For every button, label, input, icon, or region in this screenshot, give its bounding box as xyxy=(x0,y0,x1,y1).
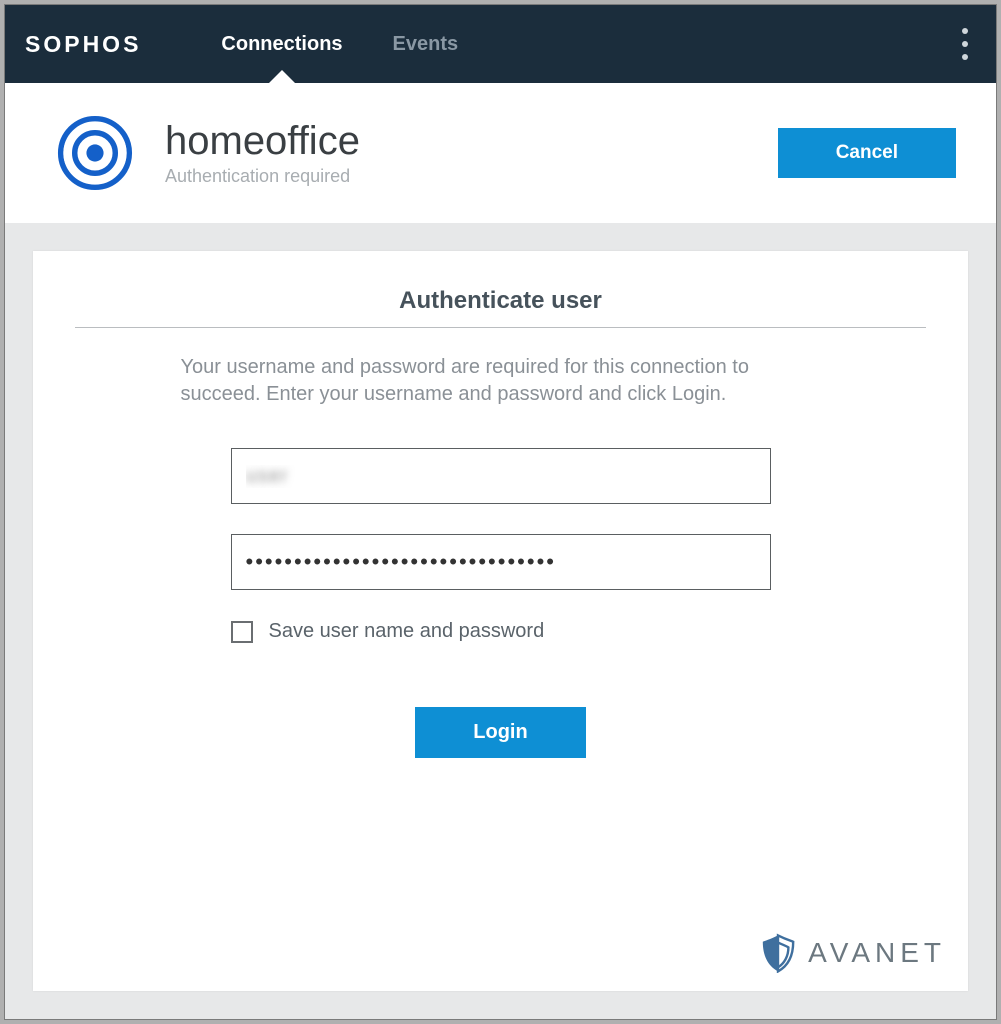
connection-title-wrap: homeoffice Authentication required xyxy=(165,120,360,187)
kebab-menu-icon[interactable] xyxy=(962,28,968,60)
username-input[interactable] xyxy=(231,448,771,504)
connection-header: homeoffice Authentication required Cance… xyxy=(5,83,996,223)
app-window: SOPHOS Connections Events homeoffice Aut… xyxy=(4,4,997,1020)
nav-tabs: Connections Events xyxy=(221,5,458,83)
avanet-shield-icon xyxy=(758,933,798,973)
body-area: Authenticate user Your username and pass… xyxy=(5,223,996,1019)
navbar: SOPHOS Connections Events xyxy=(5,5,996,83)
tab-connections[interactable]: Connections xyxy=(221,5,342,83)
watermark-label: AVANET xyxy=(808,937,946,969)
auth-form: Save user name and password Login xyxy=(231,448,771,758)
cancel-button[interactable]: Cancel xyxy=(778,128,956,178)
divider xyxy=(75,327,926,328)
auth-card: Authenticate user Your username and pass… xyxy=(33,251,968,991)
connection-subtitle: Authentication required xyxy=(165,166,360,187)
brand-logo: SOPHOS xyxy=(25,31,141,58)
save-credentials-row: Save user name and password xyxy=(231,620,771,643)
login-button[interactable]: Login xyxy=(415,707,585,758)
auth-description: Your username and password are required … xyxy=(181,354,821,408)
connection-title: homeoffice xyxy=(165,120,360,162)
tab-events[interactable]: Events xyxy=(393,5,459,83)
save-credentials-checkbox[interactable] xyxy=(231,621,253,643)
connection-target-icon xyxy=(55,113,135,193)
auth-heading: Authenticate user xyxy=(75,287,926,327)
password-input[interactable] xyxy=(231,534,771,590)
save-credentials-label: Save user name and password xyxy=(269,620,545,643)
watermark: AVANET xyxy=(758,933,946,973)
